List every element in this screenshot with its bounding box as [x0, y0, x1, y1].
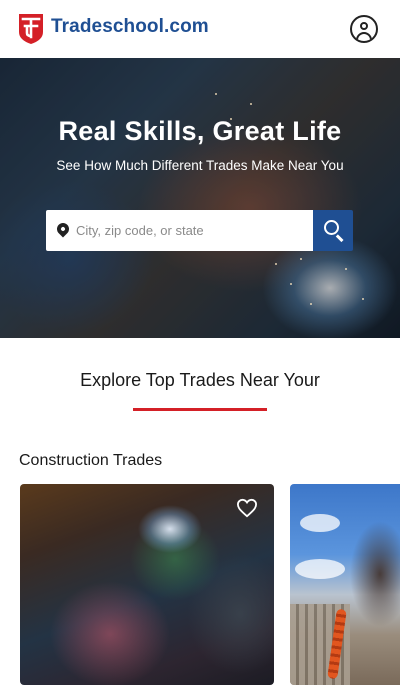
user-account-icon[interactable] — [350, 15, 378, 43]
ts-shield-logo-icon[interactable] — [18, 13, 44, 45]
trade-card-welder[interactable] — [20, 484, 274, 685]
user-head-shape — [360, 22, 368, 30]
heading-divider — [133, 408, 267, 411]
cloud-shape — [295, 559, 345, 579]
map-pin-icon — [54, 220, 72, 238]
trade-card-roofer[interactable] — [290, 484, 400, 685]
cloud-shape — [300, 514, 340, 532]
hero-overlay — [0, 58, 400, 338]
search-button[interactable] — [313, 210, 353, 251]
search-icon-handle — [336, 234, 344, 242]
app-header: Tradeschool.com — [0, 0, 400, 58]
hero-subtitle: See How Much Different Trades Make Near … — [56, 158, 344, 173]
location-search-box — [46, 210, 313, 251]
section-title-construction: Construction Trades — [19, 452, 163, 469]
user-body-shape — [356, 32, 372, 41]
heart-outline-icon[interactable] — [236, 498, 258, 518]
hero-title: Real Skills, Great Life — [58, 116, 342, 146]
location-search-input[interactable] — [76, 210, 306, 251]
explore-heading: Explore Top Trades Near Your — [80, 370, 320, 390]
hero-banner: Real Skills, Great Life See How Much Dif… — [0, 58, 400, 338]
search-icon — [324, 220, 339, 235]
brand-name[interactable]: Tradeschool.com — [51, 16, 209, 38]
